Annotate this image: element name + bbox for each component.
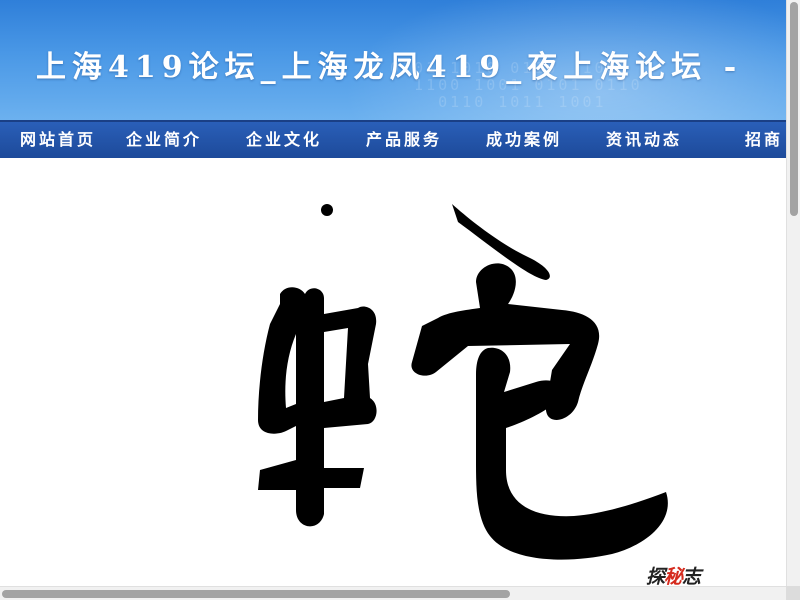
nav-item-culture[interactable]: 企业文化 xyxy=(224,122,344,158)
horizontal-scrollbar[interactable] xyxy=(0,586,786,600)
nav-item-investment[interactable]: 招商 xyxy=(704,122,786,158)
site-title: 上海419论坛_上海龙凤419_夜上海论坛 - xyxy=(36,50,743,85)
watermark-logo: 探秘志 xyxy=(646,562,701,586)
nav-item-home[interactable]: 网站首页 xyxy=(20,122,104,158)
vertical-scrollbar[interactable] xyxy=(786,0,800,586)
nav-item-products[interactable]: 产品服务 xyxy=(344,122,464,158)
nav-item-cases[interactable]: 成功案例 xyxy=(464,122,584,158)
main-nav: 网站首页 企业简介 企业文化 产品服务 成功案例 资讯动态 招商 xyxy=(0,120,786,158)
snake-character-image xyxy=(258,204,668,560)
watermark-left: 探 xyxy=(646,566,665,586)
horizontal-scroll-thumb[interactable] xyxy=(2,590,510,598)
main-content: 探秘志 xyxy=(0,158,786,586)
vertical-scroll-thumb[interactable] xyxy=(790,2,798,216)
watermark-right: 志 xyxy=(682,566,701,586)
watermark-middle: 秘 xyxy=(664,566,683,586)
nav-item-about[interactable]: 企业简介 xyxy=(104,122,224,158)
site-banner: 0101 1010 0110 1001 1100 1001 0101 0110 … xyxy=(0,0,800,120)
nav-item-news[interactable]: 资讯动态 xyxy=(584,122,704,158)
scrollbar-corner xyxy=(786,586,800,600)
